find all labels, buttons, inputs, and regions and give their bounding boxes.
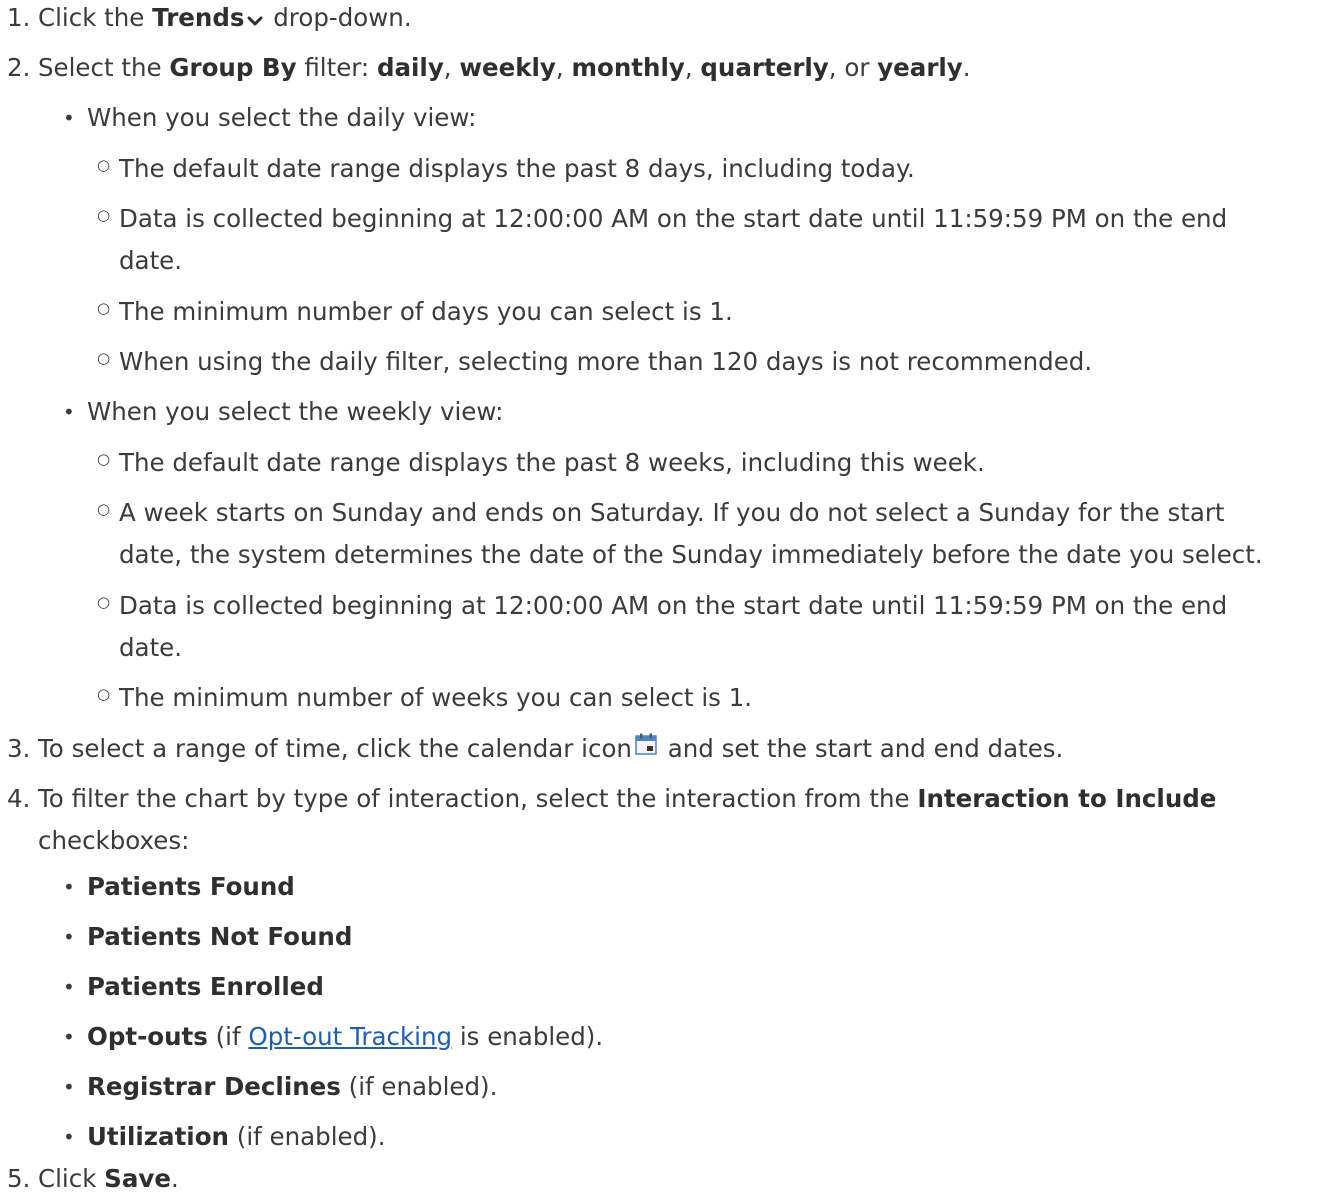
- list-item-text: (if: [207, 1022, 249, 1051]
- list-item-text: The minimum number of weeks you can sele…: [119, 683, 753, 712]
- sub-bullet: ○: [97, 500, 111, 518]
- separator: ,: [443, 53, 460, 82]
- separator: , or: [828, 53, 878, 82]
- checkbox-option-label: Registrar Declines: [87, 1072, 341, 1101]
- list-item-text: (if enabled).: [228, 1122, 386, 1151]
- trends-label: Trends: [152, 3, 245, 32]
- checkbox-option-label: Patients Enrolled: [87, 972, 324, 1001]
- sub-bullet: ○: [97, 685, 111, 703]
- calendar-icon: [635, 730, 657, 764]
- list-item-text: The default date range displays the past…: [119, 154, 915, 183]
- bullet: •: [63, 106, 75, 130]
- list-item-text: Data is collected beginning at 12:00:00 …: [119, 591, 1228, 620]
- option-weekly: weekly: [459, 53, 556, 82]
- option-daily: daily: [376, 53, 444, 82]
- separator: ,: [555, 53, 572, 82]
- sub-bullet: ○: [97, 349, 111, 367]
- step-text: drop-down.: [265, 3, 412, 32]
- list-item-text: A week starts on Sunday and ends on Satu…: [119, 498, 1225, 527]
- bullet: •: [63, 975, 75, 999]
- step-text: Click the: [38, 3, 153, 32]
- bullet: •: [63, 400, 75, 424]
- list-item-text: When you select the daily view:: [87, 103, 477, 132]
- option-monthly: monthly: [571, 53, 685, 82]
- list-item-text: date.: [119, 633, 183, 662]
- bullet: •: [63, 1125, 75, 1149]
- sub-bullet: ○: [97, 450, 111, 468]
- step-text: checkboxes:: [38, 826, 190, 855]
- opt-out-tracking-link[interactable]: Opt-out Tracking: [248, 1022, 452, 1051]
- punctuation: .: [170, 1164, 179, 1193]
- bullet: •: [63, 1025, 75, 1049]
- sub-bullet: ○: [97, 299, 111, 317]
- checkbox-option-label: Patients Found: [87, 872, 295, 901]
- interaction-to-include-label: Interaction to Include: [917, 784, 1217, 813]
- option-yearly: yearly: [877, 53, 963, 82]
- step-text: To filter the chart by type of interacti…: [38, 784, 918, 813]
- list-item-text: When you select the weekly view:: [87, 397, 504, 426]
- checkbox-option-label: Patients Not Found: [87, 922, 353, 951]
- step-text: Click: [38, 1164, 105, 1193]
- sub-bullet: ○: [97, 206, 111, 224]
- save-label: Save: [104, 1164, 171, 1193]
- list-item-text: The default date range displays the past…: [119, 448, 985, 477]
- punctuation: .: [962, 53, 971, 82]
- list-item-text: is enabled).: [452, 1022, 604, 1051]
- chevron-down-icon: [247, 2, 263, 36]
- bullet: •: [63, 875, 75, 899]
- step-text: To select a range of time, click the cal…: [38, 734, 632, 763]
- list-item-text: When using the daily filter, selecting m…: [119, 347, 1093, 376]
- list-item-text: (if enabled).: [340, 1072, 498, 1101]
- bullet: •: [63, 1075, 75, 1099]
- bullet: •: [63, 925, 75, 949]
- list-item-text: date, the system determines the date of …: [119, 540, 1263, 569]
- step-text: and set the start and end dates.: [659, 734, 1064, 763]
- list-item-text: date.: [119, 246, 183, 275]
- sub-bullet: ○: [97, 593, 111, 611]
- checkbox-option-label: Opt-outs: [87, 1022, 208, 1051]
- list-item-text: The minimum number of days you can selec…: [119, 297, 733, 326]
- list-item-text: Data is collected beginning at 12:00:00 …: [119, 204, 1228, 233]
- step-text: Select the: [38, 53, 170, 82]
- sub-bullet: ○: [97, 156, 111, 174]
- group-by-label: Group By: [169, 53, 297, 82]
- step-text: filter:: [296, 53, 377, 82]
- option-quarterly: quarterly: [700, 53, 829, 82]
- separator: ,: [684, 53, 701, 82]
- checkbox-option-label: Utilization: [87, 1122, 229, 1151]
